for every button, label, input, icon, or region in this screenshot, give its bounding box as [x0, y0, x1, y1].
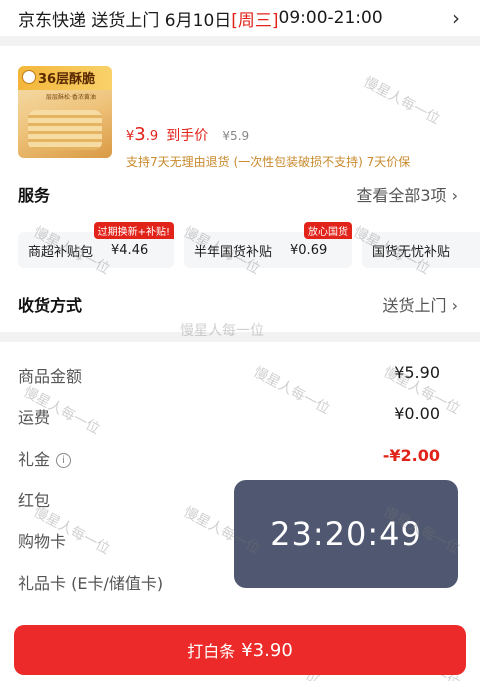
service-option-1[interactable]: 商超补贴包 ¥4.46 过期换新+补贴!: [18, 222, 174, 268]
receive-method-selector[interactable]: 送货上门 ›: [382, 292, 458, 316]
service-option-3[interactable]: 国货无忧补贴: [362, 232, 480, 268]
fee-label: 运费: [18, 408, 51, 427]
fee-label: 礼金: [18, 450, 51, 469]
pastry-illustration: [28, 110, 102, 150]
fee-value: ¥0.00: [394, 404, 440, 423]
service-option-price: ¥0.69: [290, 242, 328, 258]
chevron-right-icon: ›: [451, 296, 458, 315]
service-option-name: 商超补贴包: [28, 244, 94, 260]
fee-row-redpacket[interactable]: 红包: [18, 487, 50, 511]
product-price: ¥3.9 到手价 ¥5.9: [126, 124, 249, 145]
service-option-badge: 放心国货: [304, 222, 352, 239]
chevron-right-icon[interactable]: ›: [452, 6, 460, 30]
fee-value: ¥5.90: [394, 363, 440, 382]
order-item-card: 36层酥脆 层层酥松·香浓黄油 ¥3.9 到手价 ¥5.9 支持7天无理由退货 …: [0, 46, 480, 332]
receive-method-value: 送货上门: [382, 296, 447, 315]
delivery-info-bar[interactable]: 京东快递 送货上门 6月10日 [周三] 09:00-21:00 ›: [0, 0, 480, 36]
price-tag: 到手价: [166, 128, 209, 144]
receive-method-title: 收货方式: [18, 296, 83, 315]
fee-label: 购物卡: [18, 532, 67, 551]
service-option-name: 国货无忧补贴: [372, 244, 451, 260]
clock-overlay: 23:20:49: [234, 480, 458, 588]
service-promise: 支持7天无理由退货 (一次性包装破损不支持) 7天价保: [126, 155, 411, 169]
fee-row-gift[interactable]: 礼金 i -¥2.00: [18, 446, 440, 470]
fee-row-shopping-card[interactable]: 购物卡: [18, 528, 66, 552]
service-option-name: 半年国货补贴: [194, 244, 273, 260]
product-image-subtitle: 层层酥松·香浓黄油: [46, 94, 96, 101]
fee-row-gift-card[interactable]: 礼品卡 (E卡/储值卡): [18, 570, 163, 594]
service-option-badge: 过期换新+补贴!: [93, 222, 174, 239]
service-option-price: ¥4.46: [111, 242, 149, 258]
fee-row-shipping: 运费 ¥0.00: [18, 404, 440, 428]
view-all-services-link[interactable]: 查看全部3项 ›: [356, 182, 458, 206]
view-all-label: 查看全部3项: [356, 186, 447, 205]
price-decimal: .9: [145, 129, 159, 144]
original-price: ¥5.9: [222, 129, 250, 143]
product-image[interactable]: 36层酥脆 层层酥松·香浓黄油: [18, 66, 112, 158]
fee-label: 商品金额: [18, 367, 83, 386]
pay-button[interactable]: 打白条 ¥3.90: [14, 625, 466, 675]
fee-label: 红包: [18, 491, 51, 510]
fee-value: -¥2.00: [382, 446, 440, 465]
service-option-2[interactable]: 半年国货补贴 ¥0.69 放心国货: [184, 222, 352, 268]
pay-button-amount: ¥3.90: [241, 639, 293, 661]
fee-row-goods: 商品金额 ¥5.90: [18, 363, 440, 387]
delivery-time: 09:00-21:00: [278, 8, 383, 28]
brand-logo-icon: [22, 70, 36, 84]
delivery-weekday: [周三]: [231, 10, 279, 31]
fee-label: 礼品卡 (E卡/储值卡): [18, 574, 164, 593]
delivery-prefix: 京东快递 送货上门 6月10日: [18, 10, 232, 31]
chevron-right-icon: ›: [451, 186, 458, 205]
info-icon[interactable]: i: [56, 453, 72, 468]
product-image-title: 36层酥脆: [38, 72, 96, 87]
price-integer: 3: [134, 124, 146, 145]
pay-button-label: 打白条: [187, 642, 236, 661]
service-title: 服务: [18, 186, 51, 205]
